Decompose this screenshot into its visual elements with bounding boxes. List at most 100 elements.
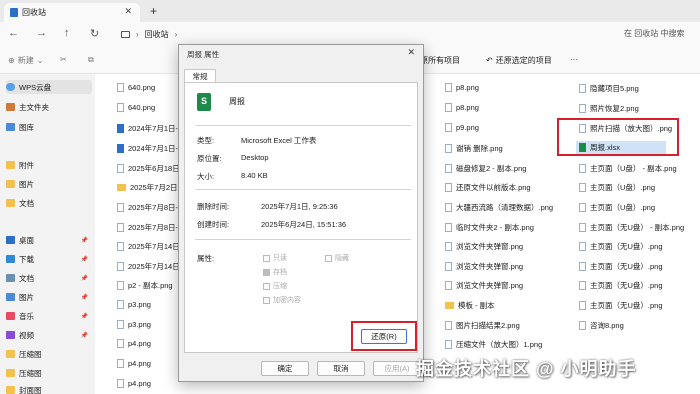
- more-options-button[interactable]: ···: [570, 55, 578, 64]
- list-item[interactable]: 主页面（无U盘） - 副本.png: [579, 222, 684, 233]
- sidebar-item-desktop[interactable]: 桌面 📌: [6, 233, 92, 247]
- list-item[interactable]: 隐藏项目5.png: [579, 83, 639, 94]
- restore-selected-label: 还原选定的项目: [495, 56, 552, 65]
- list-item[interactable]: 照片恢复2.png: [579, 103, 639, 114]
- sidebar-item-docs-folder[interactable]: 文档: [6, 196, 92, 210]
- sidebar-item-covers[interactable]: 封面图: [6, 383, 92, 394]
- divider: [195, 189, 411, 190]
- sidebar-item-label: WPS云盘: [19, 82, 52, 92]
- list-item[interactable]: p4.png: [117, 379, 151, 388]
- back-arrow-icon[interactable]: ←: [8, 27, 19, 39]
- sidebar-item-gallery[interactable]: 图库: [6, 120, 92, 134]
- cut-icon[interactable]: ✂: [60, 55, 67, 64]
- list-item[interactable]: 2024年7月1日-: [117, 143, 178, 154]
- sidebar-item-label: 图片: [19, 292, 34, 302]
- created-time-value: 2025年6月24日, 15:51:36: [261, 220, 347, 229]
- sidebar-item-pictures-folder[interactable]: 图片: [6, 177, 92, 191]
- cloud-icon: [6, 83, 15, 91]
- location-value: Desktop: [241, 153, 269, 162]
- list-item[interactable]: 还原文件以前版本.png: [445, 182, 531, 193]
- new-button[interactable]: ⊕ 新建 ⌄: [8, 55, 43, 66]
- list-item[interactable]: p8.png: [445, 103, 479, 112]
- list-item[interactable]: 主页面（U盘）.png: [579, 182, 655, 193]
- list-item[interactable]: 浏览文件夹弹窗.png: [445, 241, 523, 252]
- list-item[interactable]: 2025年7月8日-: [117, 222, 178, 233]
- sidebar-item-downloads[interactable]: 下载 📌: [6, 252, 92, 266]
- sidebar-item-home[interactable]: 主文件夹: [6, 100, 92, 114]
- close-tab-icon[interactable]: ✕: [124, 6, 132, 17]
- pictures-icon: [6, 293, 15, 301]
- plus-circle-icon: ⊕: [8, 56, 15, 65]
- list-item[interactable]: 2025年7月2日: [117, 182, 178, 193]
- list-item[interactable]: p4.png: [117, 359, 151, 368]
- list-item[interactable]: 640.png: [117, 103, 155, 112]
- list-item[interactable]: 主页面（无U盘）.png: [579, 300, 663, 311]
- sidebar-item-pictures[interactable]: 图片 📌: [6, 290, 92, 304]
- close-icon[interactable]: ✕: [407, 47, 415, 58]
- tab-recycle-bin[interactable]: 回收站 ✕: [4, 3, 140, 22]
- list-item[interactable]: 谢销 删除.png: [445, 143, 503, 154]
- navigation-pane: WPS云盘 主文件夹 图库 附件 图片 文档 桌面 📌 下载 📌 文档 📌 图片…: [0, 74, 95, 394]
- list-item[interactable]: p8.png: [445, 83, 479, 92]
- list-item[interactable]: 临时文件夹2 - 副本.png: [445, 222, 534, 233]
- folder-icon: [6, 180, 15, 188]
- sidebar-item-label: 图库: [19, 122, 34, 132]
- list-item[interactable]: 主页面（无U盘）.png: [579, 280, 663, 291]
- list-item[interactable]: 模板 - 副本: [445, 300, 495, 311]
- sidebar-item-attachments[interactable]: 附件: [6, 158, 92, 172]
- list-item[interactable]: 浏览文件夹弹窗.png: [445, 280, 523, 291]
- monitor-icon: [121, 30, 130, 38]
- pin-icon: 📌: [80, 237, 88, 244]
- sidebar-item-wps-cloud[interactable]: WPS云盘: [6, 80, 92, 94]
- list-item[interactable]: p4.png: [117, 339, 151, 348]
- list-item[interactable]: 2025年7月14日: [117, 261, 180, 272]
- list-item[interactable]: p2 - 副本.png: [117, 280, 173, 291]
- general-panel: 周报 类型: Microsoft Excel 工作表 原位置: Desktop …: [184, 82, 418, 353]
- apply-button[interactable]: 应用(A): [373, 361, 421, 376]
- list-item[interactable]: 浏览文件夹弹窗.png: [445, 261, 523, 272]
- new-tab-button[interactable]: +: [150, 4, 157, 18]
- list-item[interactable]: 主页面（无U盘）.png: [579, 261, 663, 272]
- search-input[interactable]: 在 回收站 中搜索: [624, 28, 684, 39]
- sidebar-item-label: 封面图: [19, 385, 42, 394]
- list-item[interactable]: 2024年7月1日-: [117, 123, 178, 134]
- list-item[interactable]: p3.png: [117, 320, 151, 329]
- type-label: 类型:: [197, 136, 215, 145]
- forward-arrow-icon[interactable]: →: [36, 27, 47, 39]
- list-item[interactable]: 2025年7月8日-: [117, 202, 178, 213]
- watermark: 掘金技术社区 @ 小明助手: [416, 359, 637, 379]
- list-item[interactable]: 2025年6月18日: [117, 163, 180, 174]
- divider: [195, 239, 411, 240]
- list-item[interactable]: 2025年7月14日: [117, 241, 180, 252]
- sidebar-item-videos[interactable]: 视频 📌: [6, 328, 92, 342]
- sidebar-item-label: 图片: [19, 179, 34, 189]
- up-arrow-icon[interactable]: ↑: [64, 27, 70, 39]
- list-item[interactable]: 主页面（U盘） - 副本.png: [579, 163, 677, 174]
- sidebar-item-documents[interactable]: 文档 📌: [6, 271, 92, 285]
- list-item[interactable]: 主页面（U盘）.png: [579, 202, 655, 213]
- list-item[interactable]: 图片扫描结果2.png: [445, 320, 520, 331]
- copy-icon[interactable]: ⧉: [88, 55, 94, 65]
- sidebar-item-music[interactable]: 音乐 📌: [6, 309, 92, 323]
- address-bar[interactable]: › 回收站 ›: [115, 25, 605, 43]
- folder-icon: [6, 161, 15, 169]
- list-item[interactable]: 咨询8.png: [579, 320, 624, 331]
- cancel-button[interactable]: 取消: [317, 361, 365, 376]
- sidebar-item-compressed-1[interactable]: 压缩图: [6, 347, 92, 361]
- list-item[interactable]: 640.png: [117, 83, 155, 92]
- refresh-icon[interactable]: ↻: [90, 27, 99, 40]
- sidebar-item-label: 压缩图: [19, 368, 42, 378]
- list-item[interactable]: 磁盘修复2 - 副本.png: [445, 163, 526, 174]
- tab-general[interactable]: 常规: [184, 69, 216, 83]
- list-item[interactable]: p9.png: [445, 123, 479, 132]
- restore-selected-button[interactable]: ↶ 还原选定的项目: [486, 55, 552, 66]
- sidebar-item-label: 文档: [19, 198, 34, 208]
- file-name-field[interactable]: 周报: [229, 96, 245, 107]
- list-item[interactable]: 大疆西流路（清理数据）.png: [445, 202, 553, 213]
- list-item[interactable]: 压缩文件（放大图）1.png: [445, 339, 542, 350]
- path-segment-recycle-bin[interactable]: 回收站: [145, 29, 169, 40]
- list-item[interactable]: 主页面（无U盘）.png: [579, 241, 663, 252]
- sidebar-item-compressed-2[interactable]: 压缩图: [6, 366, 92, 380]
- ok-button[interactable]: 确定: [261, 361, 309, 376]
- list-item[interactable]: p3.png: [117, 300, 151, 309]
